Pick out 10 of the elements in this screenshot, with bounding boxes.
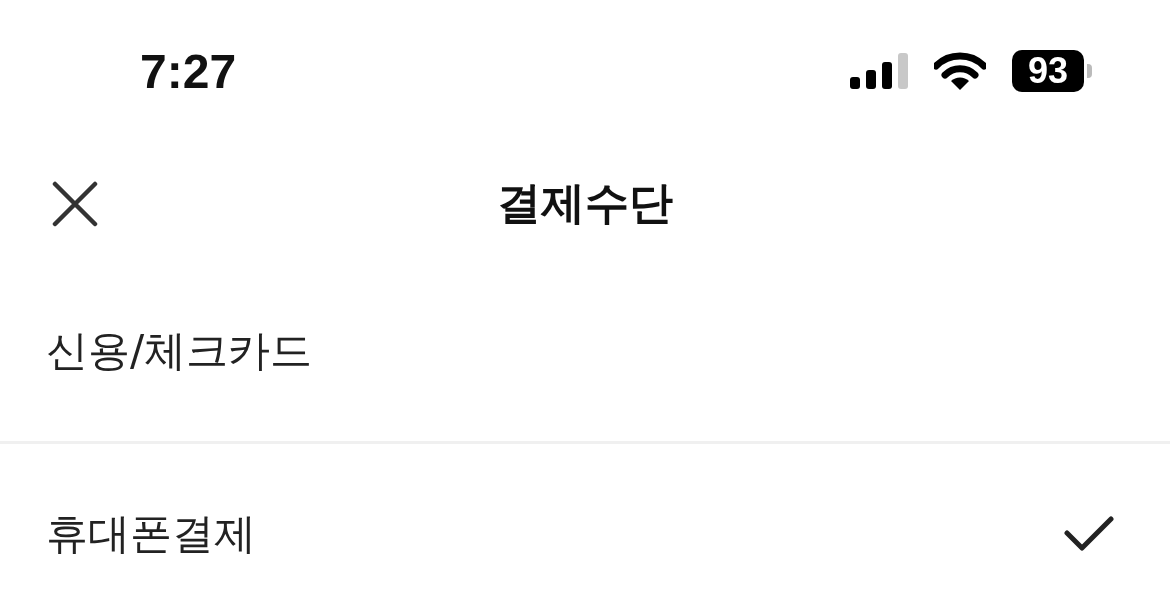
payment-option[interactable]: 휴대폰결제 (0, 444, 1170, 600)
page-title: 결제수단 (497, 176, 673, 230)
wifi-icon (934, 52, 986, 90)
close-icon (52, 180, 98, 227)
checkmark-icon (1064, 516, 1114, 552)
battery-indicator: 93 (1012, 50, 1092, 92)
close-button[interactable] (52, 180, 98, 227)
signal-icon (850, 51, 908, 91)
status-time: 7:27 (140, 43, 237, 99)
payment-option[interactable]: 신용/체크카드 (0, 261, 1170, 441)
